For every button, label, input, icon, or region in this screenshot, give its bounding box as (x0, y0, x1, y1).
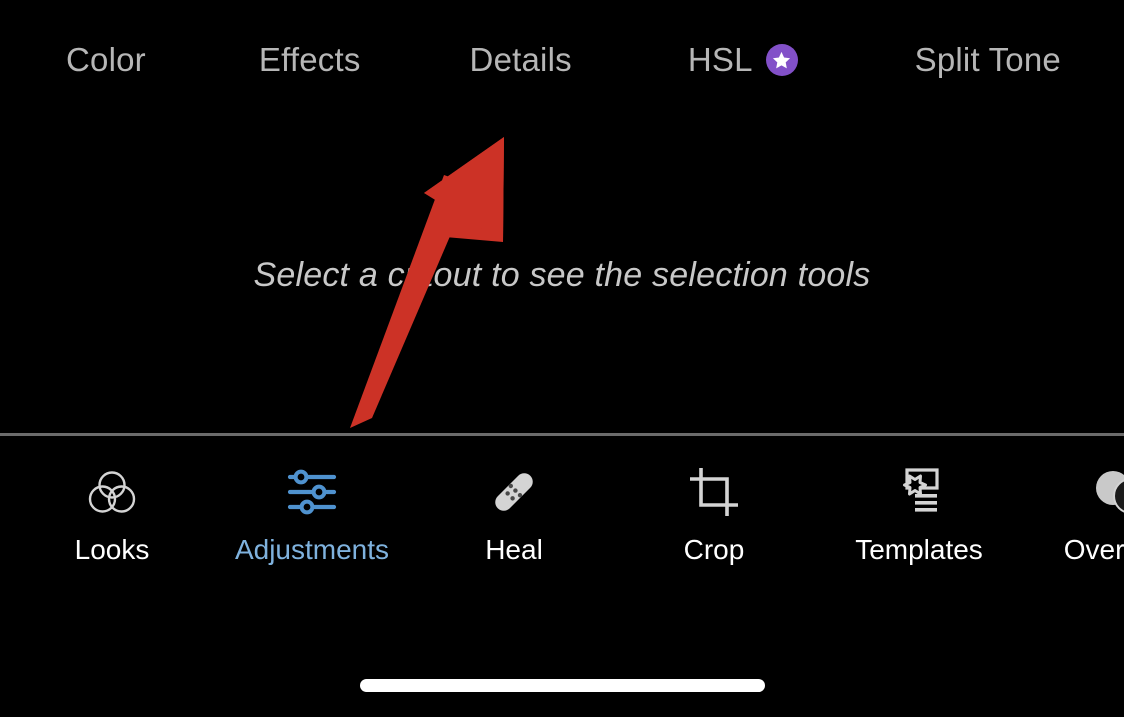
toolbar-item-crop[interactable]: Crop (614, 436, 814, 564)
tab-hsl[interactable]: HSL (688, 42, 798, 76)
home-indicator[interactable] (360, 679, 765, 692)
top-tab-bar: Color Effects Details HSL Split Tone (0, 0, 1124, 118)
tab-split-tone-label: Split Tone (914, 40, 1061, 78)
template-document-icon (891, 464, 947, 520)
toolbar-item-looks[interactable]: Looks (12, 436, 212, 564)
sliders-icon (284, 464, 340, 520)
toolbar-item-heal[interactable]: Heal (414, 436, 614, 564)
tab-effects[interactable]: Effects (259, 43, 361, 76)
toolbar-secondary-group: Templates Overlays (819, 436, 1124, 626)
toolbar-item-looks-label: Looks (74, 534, 150, 565)
star-icon (765, 44, 798, 76)
tab-details-label: Details (469, 40, 572, 78)
tab-color-label: Color (66, 40, 146, 78)
bandage-icon (486, 464, 542, 520)
toolbar-item-heal-label: Heal (485, 534, 543, 565)
toolbar-primary-group: Looks Adjustments Heal Crop (0, 436, 818, 626)
toolbar-item-overlays-label: Overlays (1063, 534, 1124, 565)
editor-canvas-area[interactable]: Select a cutout to see the selection too… (0, 118, 1124, 434)
tab-details[interactable]: Details (470, 43, 572, 76)
toolbar-item-crop-label: Crop (683, 534, 745, 565)
toolbar-item-adjustments-label: Adjustments (234, 534, 390, 565)
tab-effects-label: Effects (258, 40, 361, 78)
tab-color[interactable]: Color (66, 43, 146, 76)
three-circles-icon (84, 464, 140, 520)
toolbar-item-adjustments[interactable]: Adjustments (212, 436, 412, 564)
bottom-toolbar: Looks Adjustments Heal Crop Templates Ov… (0, 436, 1124, 717)
crop-icon (686, 464, 742, 520)
app-screen: Color Effects Details HSL Split Tone Sel… (0, 0, 1124, 717)
tab-split-tone[interactable]: Split Tone (915, 43, 1061, 76)
cutout-hint-text: Select a cutout to see the selection too… (253, 256, 871, 294)
tab-hsl-label: HSL (687, 40, 753, 78)
toolbar-item-overlays[interactable]: Overlays (1019, 436, 1124, 564)
overlapping-circles-icon (1091, 464, 1124, 520)
toolbar-item-templates-label: Templates (855, 534, 983, 565)
toolbar-item-templates[interactable]: Templates (819, 436, 1019, 564)
